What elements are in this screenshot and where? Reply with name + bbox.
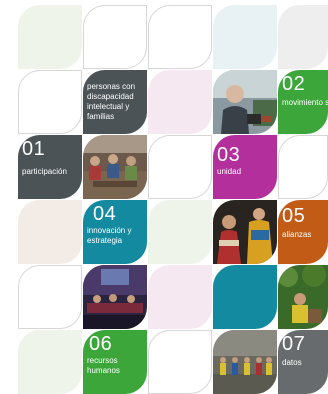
decorative-tile [148,200,212,264]
recursos-humanos-tile[interactable]: 06 recursos humanos [83,330,147,394]
datos-tile[interactable]: 07 datos [278,330,328,394]
event-photo[interactable] [213,330,277,394]
decorative-tile [148,330,212,394]
event-photo-image [213,330,277,394]
movimiento-social-label: movimiento social [282,98,328,107]
decorative-tile [18,5,82,69]
conference-photo[interactable] [83,265,147,329]
speaker-photo[interactable] [213,70,277,134]
participacion-label: participación [22,167,67,176]
personas-label: personas con discapacidad intelectual y … [87,82,136,121]
innovacion-number: 04 [93,203,117,225]
participacion-tile[interactable]: 01 participación [18,135,82,199]
garden-photo[interactable] [278,265,328,329]
decorative-tile [213,265,277,329]
decorative-tile [148,5,212,69]
meeting-photo-image [83,135,147,199]
datos-label: datos [282,358,302,367]
movimiento-social-number: 02 [282,73,306,95]
decorative-tile [148,70,212,134]
movimiento-social-tile[interactable]: 02 movimiento social [278,70,328,134]
unidad-label: unidad [217,167,242,176]
decorative-tile [18,70,82,134]
innovacion-tile[interactable]: 04 innovación y estrategia [83,200,147,264]
alianzas-tile[interactable]: 05 alianzas [278,200,328,264]
datos-number: 07 [282,333,306,355]
innovacion-label: innovación y estrategia [87,226,132,245]
unidad-tile[interactable]: 03 unidad [213,135,277,199]
decorative-tile [213,5,277,69]
recursos-humanos-label: recursos humanos [87,356,120,375]
decorative-tile [18,265,82,329]
festival-photo-image [213,200,277,264]
meeting-photo[interactable] [83,135,147,199]
decorative-tile [148,135,212,199]
participacion-number: 01 [22,138,46,160]
decorative-tile [278,135,328,199]
garden-photo-image [278,265,328,329]
festival-photo[interactable] [213,200,277,264]
alianzas-label: alianzas [282,230,312,239]
conference-photo-image [83,265,147,329]
personas-tile[interactable]: personas con discapacidad intelectual y … [83,70,147,134]
recursos-humanos-number: 06 [89,333,113,355]
decorative-tile [18,330,82,394]
alianzas-number: 05 [282,205,306,227]
decorative-tile [278,5,328,69]
speaker-photo-image [213,70,277,134]
decorative-tile [148,265,212,329]
unidad-number: 03 [217,144,241,166]
decorative-tile [83,5,147,69]
decorative-tile [18,200,82,264]
